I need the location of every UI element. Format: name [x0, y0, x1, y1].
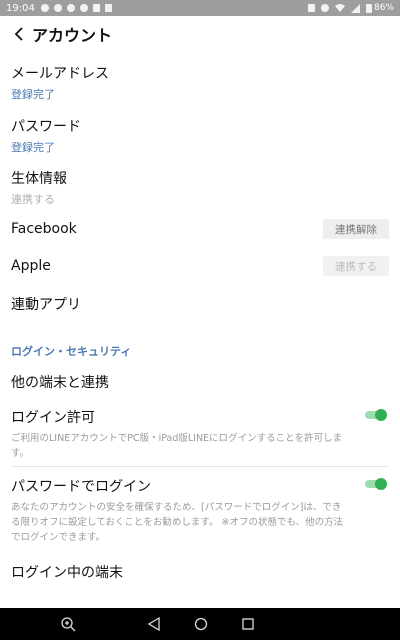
password-status: 登録完了	[11, 141, 55, 154]
email-label: メールアドレス	[11, 66, 109, 82]
biometric-row[interactable]: 生体情報 連携する	[11, 168, 389, 207]
battery-indicator: 86%	[365, 3, 394, 13]
recents-square-icon[interactable]	[240, 616, 256, 632]
password-login-label: パスワードでログイン	[11, 479, 151, 495]
wifi-icon	[334, 4, 345, 12]
email-status: 登録完了	[11, 88, 55, 101]
biometric-status: 連携する	[11, 193, 55, 206]
login-allow-label: ログイン許可	[11, 410, 95, 426]
linked-apps-label: 連動アプリ	[11, 297, 81, 313]
status-bar: 19:04 86%	[0, 0, 400, 16]
bluetooth-icon	[320, 4, 329, 12]
password-login-toggle[interactable]	[365, 478, 387, 490]
apple-link-button[interactable]: 連携する	[323, 256, 389, 276]
other-devices-row[interactable]: 他の端末と連携	[11, 372, 389, 392]
home-circle-icon[interactable]	[193, 616, 209, 632]
logged-in-devices-label: ログイン中の端末	[11, 565, 123, 581]
password-login-description: あなたのアカウントの安全を確保するため、[パスワードでログイン]は、できる限りオ…	[11, 502, 344, 543]
biometric-label: 生体情報	[11, 171, 67, 187]
linked-apps-row[interactable]: 連動アプリ	[11, 294, 389, 314]
logged-in-devices-row[interactable]: ログイン中の端末	[11, 562, 389, 582]
toggle-knob	[375, 409, 387, 421]
zoom-icon[interactable]	[60, 616, 76, 632]
notification-icon	[53, 4, 62, 12]
back-triangle-icon[interactable]	[146, 616, 162, 632]
section-title-security: ログイン・セキュリティ	[11, 345, 132, 358]
battery-icon	[365, 3, 372, 13]
divider	[11, 466, 389, 467]
status-time: 19:04	[6, 2, 35, 14]
signal-icon	[350, 3, 360, 13]
system-nav-bar	[0, 608, 400, 640]
system-icons: 86%	[307, 3, 394, 13]
login-allow-toggle[interactable]	[365, 409, 387, 421]
battery-level: 86%	[373, 3, 394, 13]
notification-icon	[40, 4, 49, 12]
nfc-icon	[307, 4, 315, 12]
password-row[interactable]: パスワード 登録完了	[11, 116, 389, 155]
notification-icon	[66, 4, 75, 12]
email-row[interactable]: メールアドレス 登録完了	[11, 63, 389, 102]
other-devices-label: 他の端末と連携	[11, 375, 109, 391]
notification-icon	[92, 4, 100, 12]
chevron-left-icon[interactable]	[10, 25, 28, 43]
notification-icon	[104, 4, 112, 12]
login-allow-description: ご利用のLINEアカウントでPC版・iPad版LINEにログインすることを許可し…	[11, 433, 343, 459]
facebook-unlink-button[interactable]: 連携解除	[323, 219, 389, 239]
notification-icons	[40, 4, 112, 12]
login-allow-row: ログイン許可 ご利用のLINEアカウントでPC版・iPad版LINEにログインす…	[11, 407, 389, 461]
password-label: パスワード	[11, 119, 81, 135]
toggle-knob	[375, 478, 387, 490]
notification-icon	[79, 4, 88, 12]
app-header: アカウント	[0, 16, 400, 52]
password-login-row: パスワードでログイン あなたのアカウントの安全を確保するため、[パスワードでログ…	[11, 476, 389, 545]
page-title: アカウント	[32, 26, 113, 45]
